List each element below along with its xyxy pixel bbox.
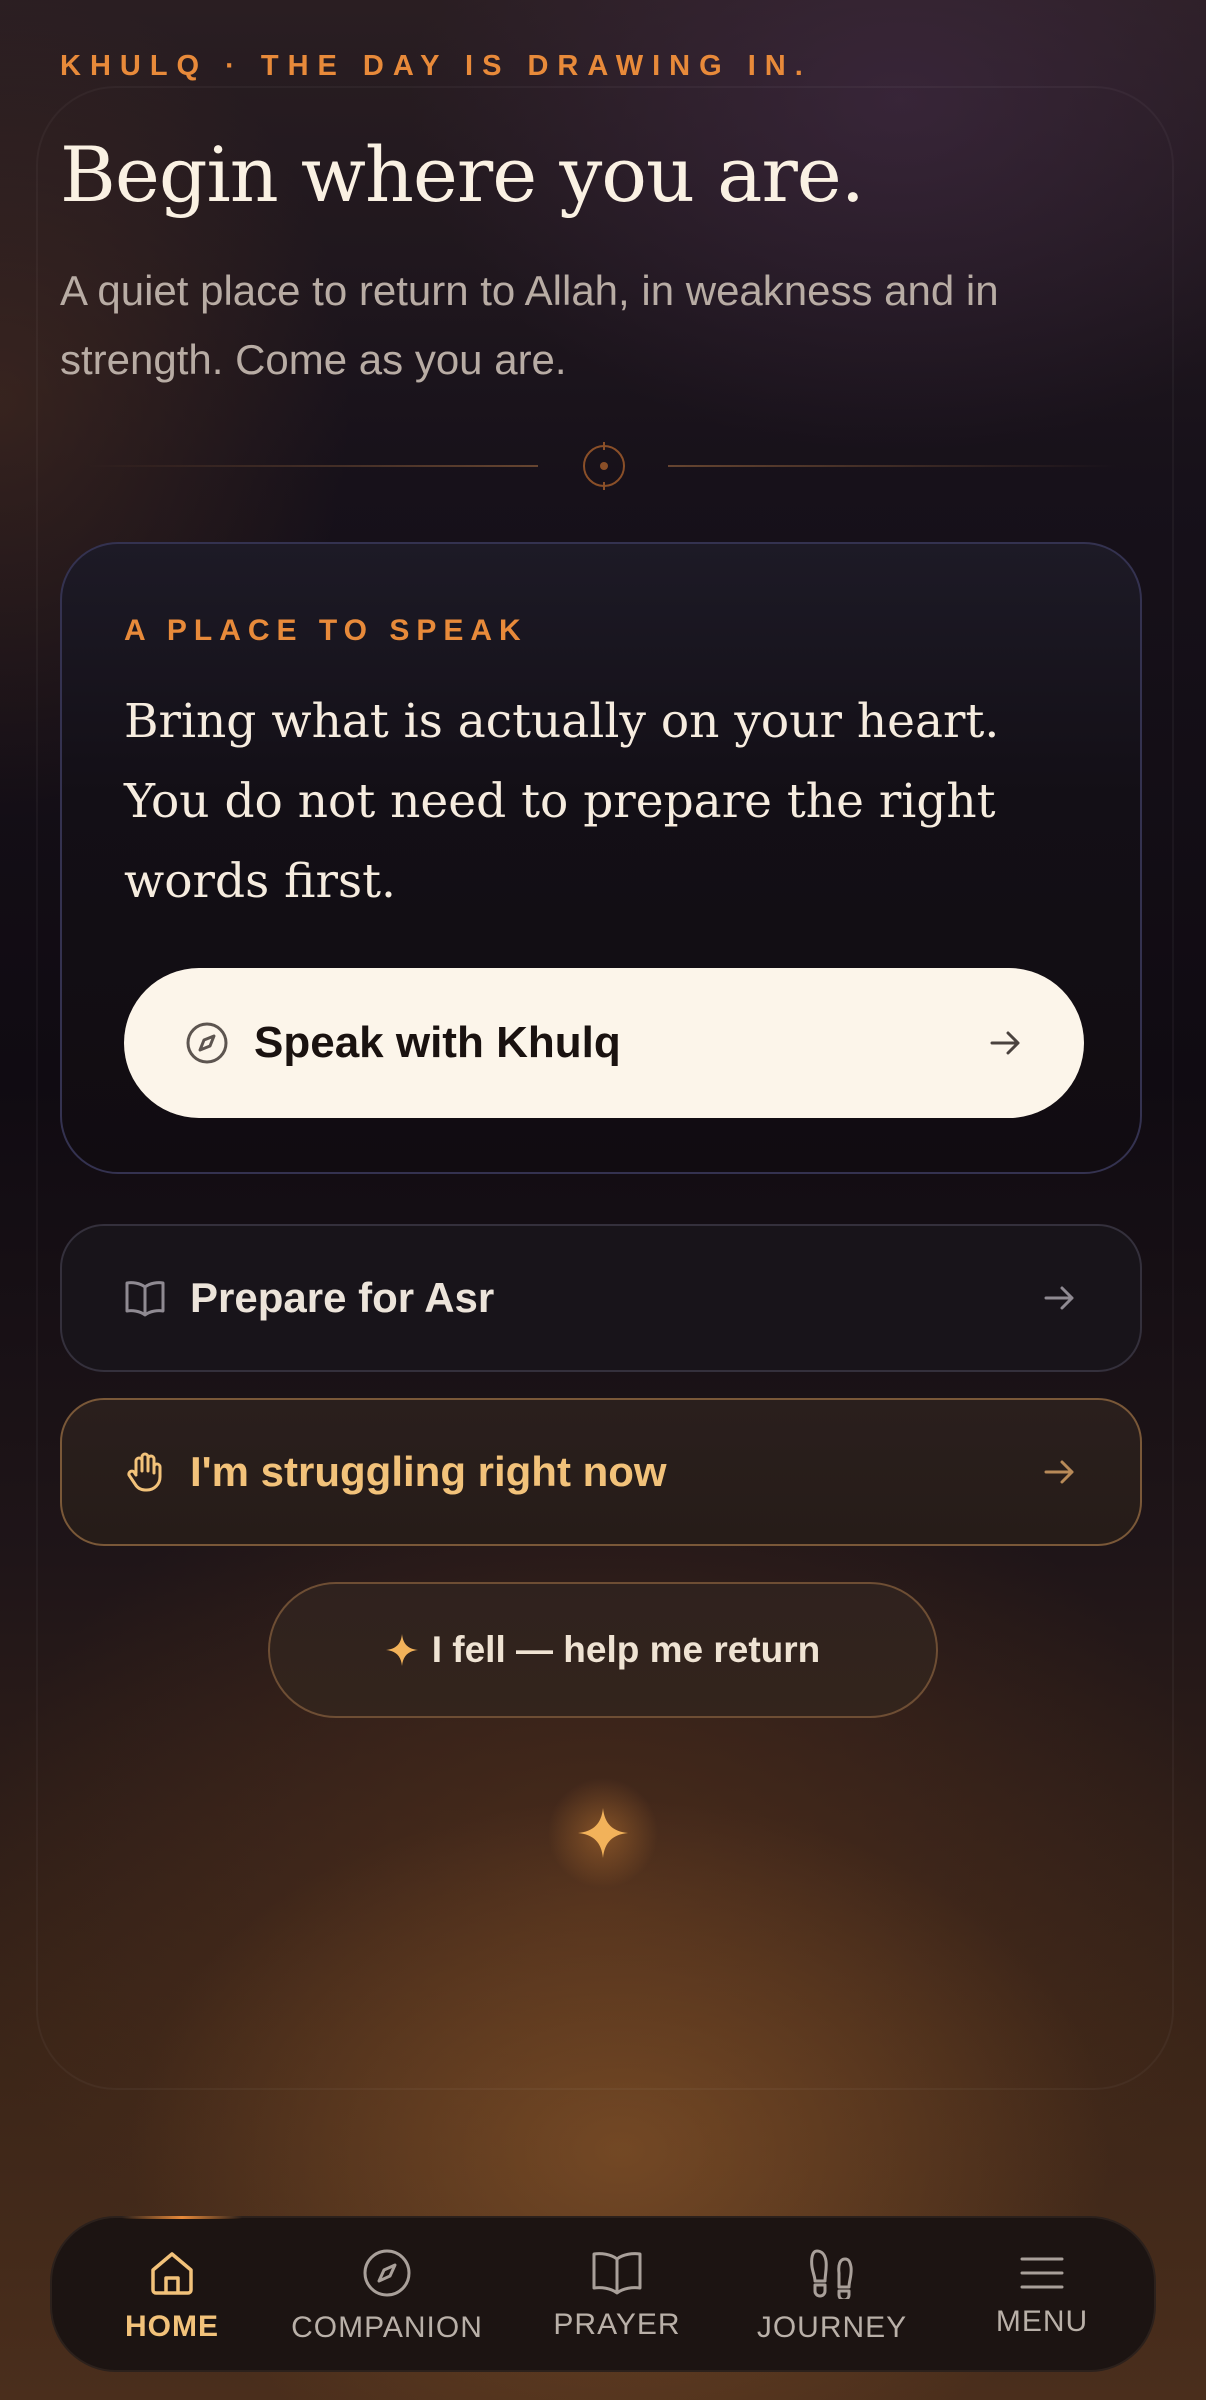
nav-label-companion: COMPANION bbox=[291, 2311, 483, 2344]
fell-help-label: I fell — help me return bbox=[431, 1629, 821, 1670]
bottom-nav: HOME COMPANION PRAYER JOURNEY MENU bbox=[50, 2216, 1156, 2372]
nav-label-home: HOME bbox=[125, 2310, 219, 2343]
prepare-for-asr-label: Prepare for Asr bbox=[190, 1274, 495, 1321]
divider-line-right bbox=[668, 465, 1118, 467]
speak-button-label: Speak with Khulq bbox=[254, 1018, 621, 1067]
book-icon bbox=[592, 2252, 642, 2295]
page-title: Begin where you are. bbox=[60, 130, 865, 219]
eyebrow-text: KHULQ · THE DAY IS DRAWING IN. bbox=[60, 50, 812, 82]
struggling-label: I'm struggling right now bbox=[190, 1448, 667, 1495]
compass-icon bbox=[363, 2249, 411, 2297]
sparkle-icon bbox=[385, 1634, 418, 1666]
crosshair-ornament-icon bbox=[583, 442, 625, 490]
home-icon bbox=[151, 2252, 193, 2295]
nav-item-prayer[interactable]: PRAYER bbox=[542, 2218, 692, 2374]
arrow-right-icon bbox=[990, 1031, 1020, 1055]
nav-label-prayer: PRAYER bbox=[553, 2308, 681, 2341]
divider-line-left bbox=[88, 465, 538, 467]
nav-item-home[interactable]: HOME bbox=[92, 2218, 252, 2374]
nav-item-companion[interactable]: COMPANION bbox=[272, 2218, 502, 2374]
book-icon bbox=[125, 1281, 165, 1317]
footprints-icon bbox=[810, 2249, 853, 2299]
fell-help-return-button[interactable]: I fell — help me return bbox=[268, 1582, 938, 1718]
sparkle-icon bbox=[578, 1808, 628, 1858]
speak-card-body: Bring what is actually on your heart. Yo… bbox=[124, 694, 1000, 909]
arrow-right-icon bbox=[1044, 1460, 1074, 1484]
speak-with-khulq-button[interactable]: Speak with Khulq bbox=[124, 968, 1084, 1118]
compass-icon bbox=[186, 1022, 228, 1064]
speak-card-kicker: A PLACE TO SPEAK bbox=[124, 614, 528, 647]
sparkle-glow-icon bbox=[543, 1773, 663, 1893]
page-subtitle: A quiet place to return to Allah, in wea… bbox=[60, 267, 999, 383]
hand-icon bbox=[127, 1452, 162, 1492]
ornament-divider bbox=[88, 436, 1118, 496]
menu-icon bbox=[1020, 2257, 1064, 2289]
nav-label-journey: JOURNEY bbox=[756, 2311, 908, 2344]
nav-item-menu[interactable]: MENU bbox=[972, 2218, 1112, 2374]
nav-item-journey[interactable]: JOURNEY bbox=[732, 2218, 932, 2374]
prepare-for-asr-button[interactable]: Prepare for Asr bbox=[60, 1224, 1142, 1372]
speak-card: A PLACE TO SPEAK Bring what is actually … bbox=[60, 542, 1142, 1174]
struggling-now-button[interactable]: I'm struggling right now bbox=[60, 1398, 1142, 1546]
arrow-right-icon bbox=[1044, 1286, 1074, 1310]
nav-label-menu: MENU bbox=[995, 2305, 1089, 2338]
